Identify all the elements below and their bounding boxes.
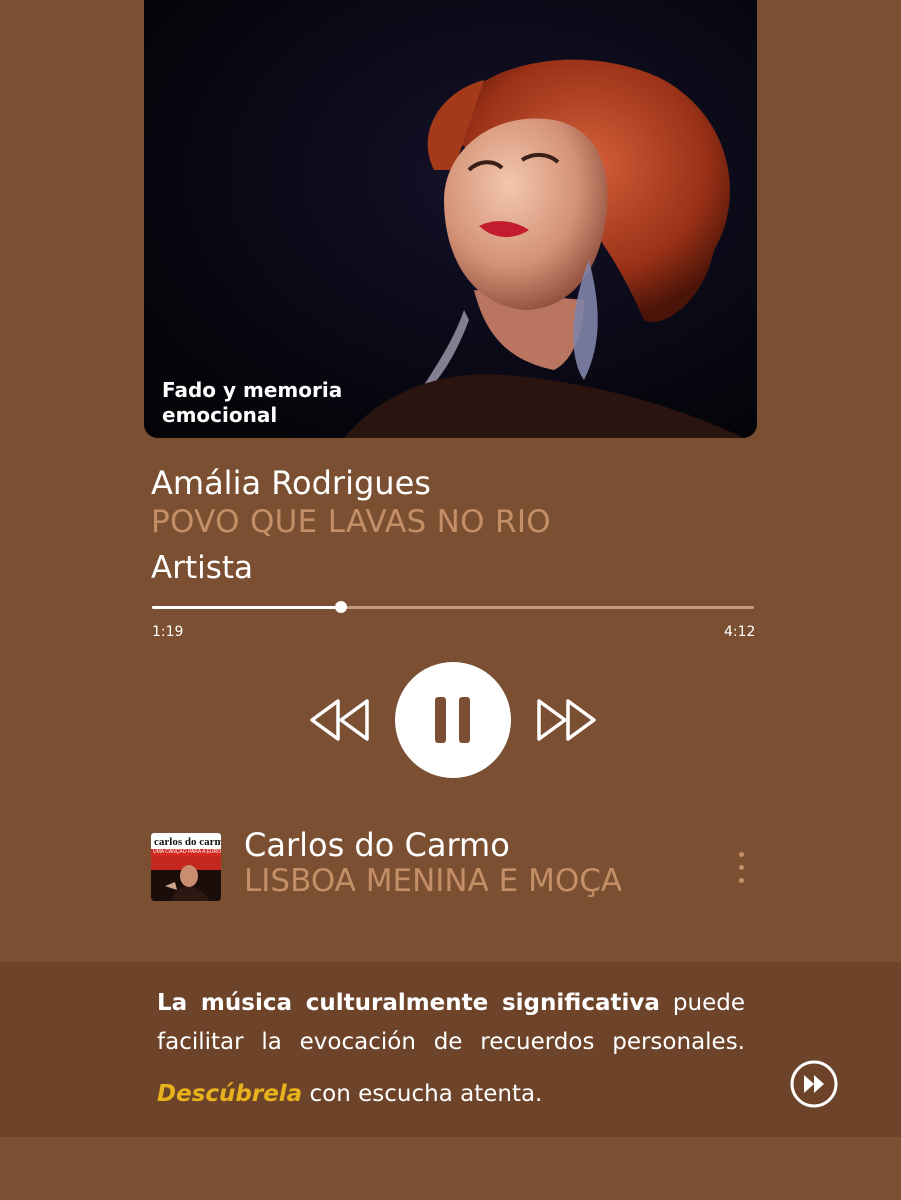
rewind-icon bbox=[310, 699, 369, 741]
now-playing-role: Artista bbox=[151, 550, 254, 586]
progress-slider[interactable] bbox=[152, 601, 754, 613]
progress-fill bbox=[152, 606, 341, 609]
info-text: La música culturalmente significativa pu… bbox=[157, 984, 745, 1062]
singer-portrait-image bbox=[144, 0, 757, 438]
discover-link[interactable]: Descúbrela bbox=[157, 1081, 302, 1107]
now-playing-artist: Amália Rodrigues bbox=[151, 464, 431, 502]
fast-forward-circle-icon bbox=[790, 1060, 838, 1108]
album-caption: Fado y memoria emocional bbox=[162, 378, 343, 427]
queue-item-thumbnail[interactable]: carlos do carmo UMA CANÇÃO PARA A EUROPA bbox=[151, 833, 221, 901]
queue-item-more-button[interactable] bbox=[730, 848, 754, 888]
fast-forward-icon bbox=[537, 699, 596, 741]
thumbnail-sublabel: UMA CANÇÃO PARA A EUROPA bbox=[153, 849, 221, 855]
now-playing-title: POVO QUE LAVAS NO RIO bbox=[151, 504, 551, 540]
queue-item-title[interactable]: LISBOA MENINA E MOÇA bbox=[244, 863, 622, 899]
discover-rest: con escucha atenta. bbox=[302, 1081, 543, 1107]
thumbnail-photo bbox=[151, 856, 221, 901]
info-text-bold: La música culturalmente significativa bbox=[157, 990, 660, 1016]
fast-forward-button[interactable] bbox=[534, 697, 598, 743]
info-banner: La música culturalmente significativa pu… bbox=[0, 962, 901, 1137]
discover-line: Descúbrela con escucha atenta. bbox=[157, 1079, 542, 1109]
forward-circle-button[interactable] bbox=[789, 1059, 839, 1109]
progress-knob[interactable] bbox=[334, 601, 347, 613]
album-art: Fado y memoria emocional bbox=[144, 0, 757, 438]
queue-item-artist[interactable]: Carlos do Carmo bbox=[244, 826, 510, 864]
elapsed-time: 1:19 bbox=[152, 624, 184, 640]
total-time: 4:12 bbox=[724, 624, 756, 640]
pause-button[interactable] bbox=[395, 662, 511, 778]
thumbnail-label: carlos do carmo bbox=[154, 836, 221, 848]
rewind-button[interactable] bbox=[308, 697, 372, 743]
